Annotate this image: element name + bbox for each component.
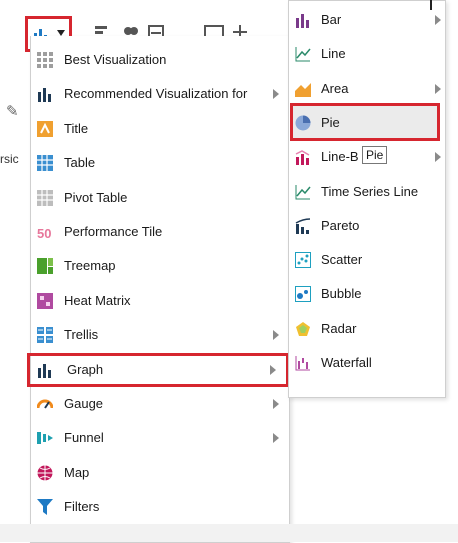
submenu-item-label: Bubble — [321, 286, 362, 302]
menu-item-label: Filters — [64, 499, 100, 515]
menu-item-label: Graph — [67, 361, 104, 377]
chevron-right-icon — [435, 152, 441, 163]
menu-item-label: Heat Matrix — [64, 292, 131, 308]
performance-tile-icon: 50 — [37, 224, 53, 241]
menu-item-filters[interactable]: Filters — [31, 490, 289, 524]
submenu-item-line[interactable]: Line — [289, 37, 445, 71]
submenu-item-pie[interactable]: Pie — [289, 106, 445, 140]
menu-item-label: Best Visualization — [64, 52, 167, 67]
table-icon — [37, 155, 53, 172]
menu-item-label: Map — [64, 464, 90, 480]
radar-icon — [295, 321, 311, 337]
waterfall-icon — [295, 355, 311, 371]
chevron-right-icon — [435, 83, 441, 94]
menu-item-map[interactable]: Map — [31, 456, 289, 490]
menu-item-best-visualization[interactable]: Best Visualization — [31, 43, 289, 77]
menu-item-trellis[interactable]: Trellis — [31, 318, 289, 352]
title-icon — [37, 120, 53, 137]
line-bar-chart-icon — [295, 149, 311, 166]
bubble-icon — [295, 286, 311, 303]
menu-item-title[interactable]: Title — [31, 112, 289, 146]
menu-item-label: Performance Tile — [64, 224, 163, 239]
menu-item-table[interactable]: Table — [31, 146, 289, 180]
submenu-item-pareto[interactable]: Pareto — [289, 209, 445, 243]
line-chart-icon — [295, 46, 311, 62]
grid-icon — [37, 52, 53, 68]
graph-bars-icon — [37, 86, 53, 103]
submenu-item-bar[interactable]: Bar — [289, 3, 445, 37]
funnel-icon — [37, 430, 53, 446]
chevron-right-icon — [270, 364, 276, 375]
submenu-item-time-series-line[interactable]: Time Series Line — [289, 175, 445, 209]
chevron-right-icon — [273, 89, 279, 100]
filter-icon — [37, 499, 53, 516]
tooltip: Pie — [362, 146, 388, 164]
submenu-item-label: Scatter — [321, 252, 363, 268]
svg-text:50: 50 — [37, 226, 51, 240]
treemap-icon — [37, 258, 53, 275]
submenu-item-label: Pie — [321, 114, 340, 130]
menu-item-label: Treemap — [64, 258, 116, 274]
submenu-item-label: Time Series Line — [321, 183, 419, 199]
submenu-item-label: Waterfall — [321, 355, 372, 370]
page-footer — [0, 524, 458, 542]
submenu-item-label: Line — [321, 46, 346, 62]
cursor-mark — [430, 0, 432, 10]
graph-icon — [37, 362, 53, 378]
area-chart-icon — [295, 81, 311, 97]
menu-item-label: Recommended Visualization for — [64, 86, 248, 102]
submenu-item-bubble[interactable]: Bubble — [289, 277, 445, 311]
menu-item-recommended-visualization-for[interactable]: Recommended Visualization for — [31, 77, 289, 111]
map-icon — [37, 465, 53, 481]
menu-item-label: Funnel — [64, 430, 104, 446]
pencil-icon[interactable]: ✎ — [6, 102, 19, 120]
graph-submenu: Bar Line Area Pie Line-B Time Series Line Pare… — [288, 0, 446, 398]
submenu-item-radar[interactable]: Radar — [289, 312, 445, 346]
submenu-item-label: Line-B — [321, 149, 359, 165]
submenu-item-label: Pareto — [321, 217, 360, 233]
menu-item-funnel[interactable]: Funnel — [31, 421, 289, 455]
chevron-right-icon — [273, 399, 279, 409]
menu-item-gauge[interactable]: Gauge — [31, 387, 289, 421]
trellis-icon — [37, 327, 53, 344]
gauge-icon — [36, 396, 54, 412]
menu-item-graph[interactable]: Graph — [27, 352, 289, 387]
visualization-menu: Best Visualization Recommended Visualizat… — [27, 36, 290, 543]
submenu-item-label: Bar — [321, 12, 342, 27]
menu-item-heat-matrix[interactable]: Heat Matrix — [31, 284, 289, 318]
menu-item-pivot-table[interactable]: Pivot Table — [31, 181, 289, 215]
menu-item-label: Table — [64, 155, 96, 171]
bar-chart-icon — [295, 12, 311, 28]
pareto-icon — [295, 218, 311, 234]
menu-item-label: Trellis — [64, 327, 99, 343]
scatter-icon — [295, 252, 311, 269]
chevron-right-icon — [273, 433, 279, 444]
menu-item-label: Title — [64, 120, 89, 136]
submenu-item-area[interactable]: Area — [289, 72, 445, 106]
heat-matrix-icon — [37, 292, 53, 309]
menu-item-performance-tile[interactable]: 50 Performance Tile — [31, 215, 289, 249]
menu-item-label: Pivot Table — [64, 189, 128, 205]
chevron-right-icon — [273, 330, 279, 341]
menu-item-treemap[interactable]: Treemap — [31, 249, 289, 283]
submenu-item-label: Radar — [321, 320, 357, 336]
pie-chart-icon — [295, 115, 311, 131]
submenu-item-waterfall[interactable]: Waterfall — [289, 346, 445, 380]
chevron-right-icon — [435, 15, 441, 25]
submenu-item-scatter[interactable]: Scatter — [289, 243, 445, 277]
edge-text: rsic — [0, 152, 19, 166]
menu-item-label: Gauge — [64, 396, 104, 411]
pivot-table-icon — [37, 189, 53, 206]
submenu-item-label: Area — [321, 80, 349, 96]
time-series-icon — [295, 184, 311, 200]
